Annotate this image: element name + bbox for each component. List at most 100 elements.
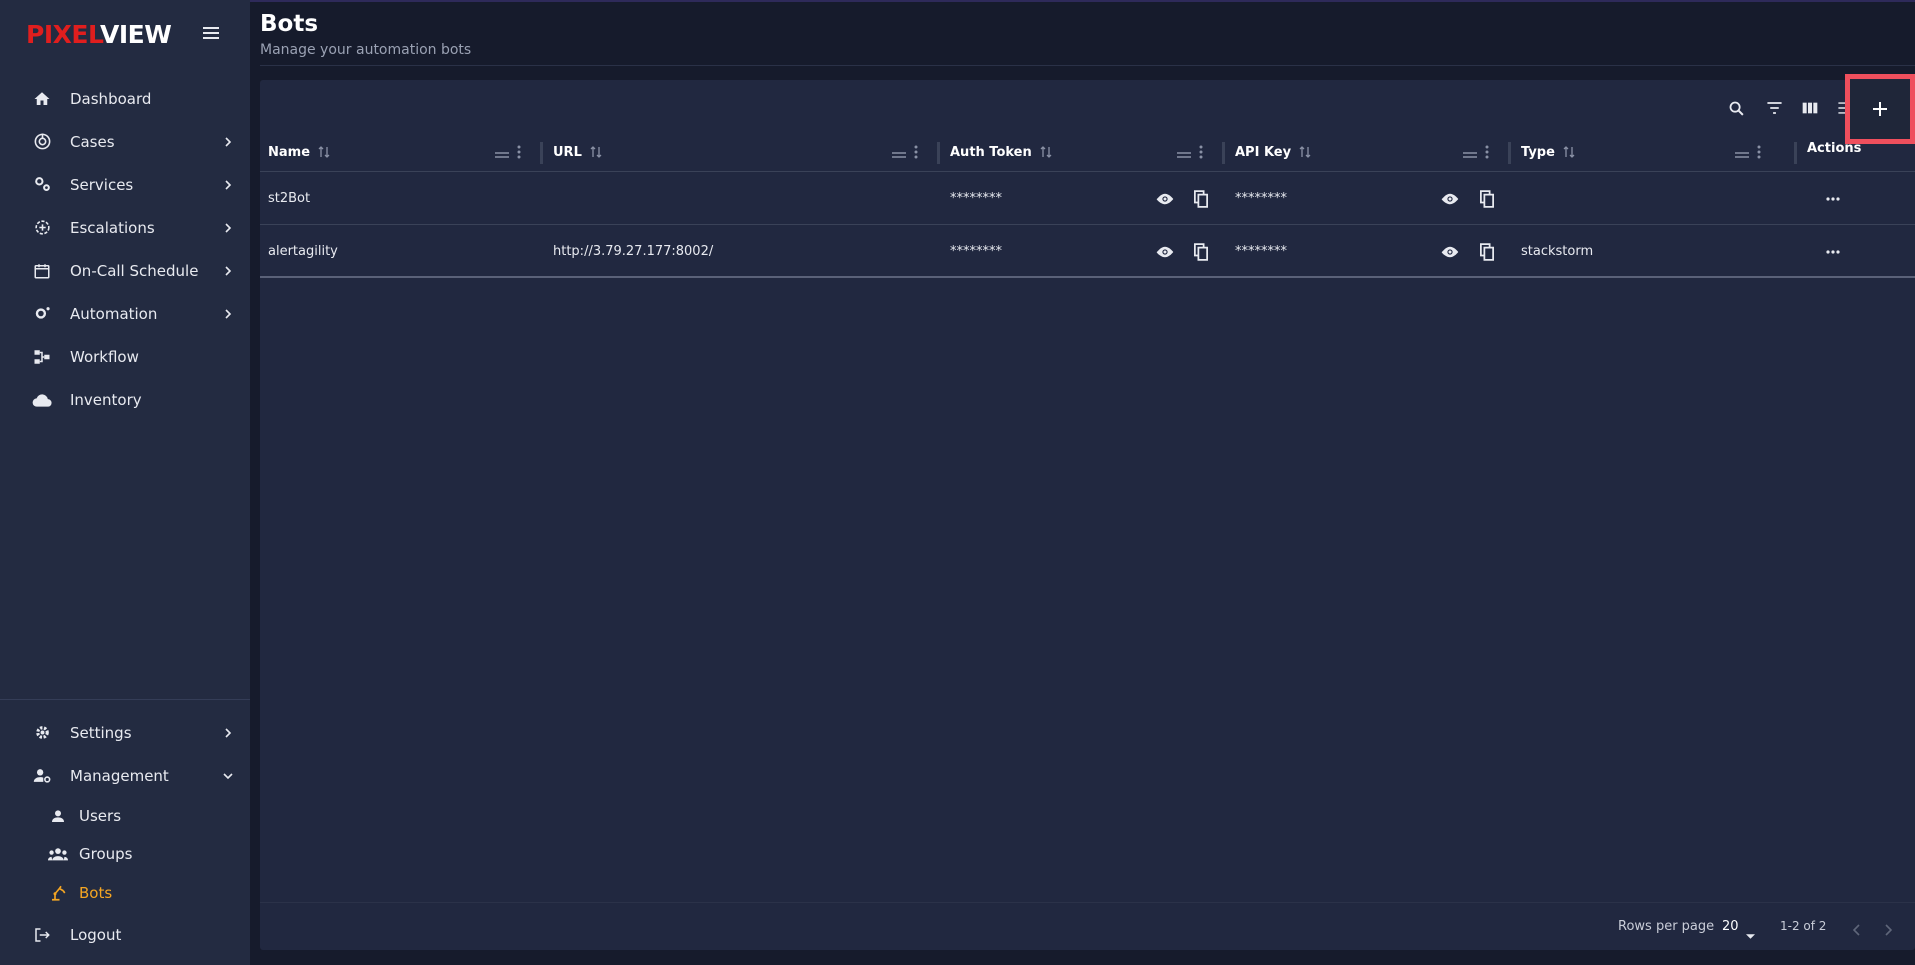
chevron-right-icon — [222, 136, 234, 148]
sidebar-item-logout[interactable]: Logout — [0, 913, 250, 956]
bots-table-panel: Name URL Auth Token API Key Type Actions… — [260, 74, 1915, 950]
drag-handle-icon[interactable] — [1177, 144, 1191, 163]
sort-icon[interactable] — [318, 145, 330, 159]
search-icon[interactable] — [1724, 96, 1748, 120]
page-title: Bots — [260, 11, 319, 37]
menu-toggle-icon[interactable] — [203, 27, 219, 41]
brand-part-1: PIXEL — [26, 20, 100, 49]
sidebar-item-label: Services — [70, 175, 134, 194]
chevron-right-icon — [222, 727, 234, 739]
column-separator[interactable] — [540, 142, 543, 164]
column-separator[interactable] — [937, 142, 940, 164]
sidebar-item-label: Inventory — [70, 390, 142, 409]
caret-down-icon[interactable] — [1746, 924, 1755, 943]
column-header-url[interactable]: URL — [553, 132, 602, 172]
sidebar-item-label: On-Call Schedule — [70, 261, 199, 280]
table-row[interactable]: alertagility http://3.79.27.177:8002/ **… — [260, 225, 1915, 278]
person-icon — [48, 806, 68, 826]
sidebar-item-label: Workflow — [70, 347, 139, 366]
sidebar-item-management[interactable]: Management — [0, 754, 250, 797]
eye-icon[interactable] — [1154, 241, 1176, 263]
drag-handle-icon[interactable] — [1463, 144, 1477, 163]
eye-icon[interactable] — [1439, 188, 1461, 210]
cell-url: http://3.79.27.177:8002/ — [553, 244, 714, 259]
sort-icon[interactable] — [1563, 145, 1575, 159]
copy-icon[interactable] — [1476, 241, 1498, 263]
column-tools — [892, 144, 918, 163]
column-menu-icon[interactable] — [1757, 144, 1761, 163]
column-separator[interactable] — [1508, 142, 1511, 164]
more-horizontal-icon[interactable] — [1822, 241, 1844, 263]
more-horizontal-icon[interactable] — [1822, 188, 1844, 210]
copy-icon[interactable] — [1190, 241, 1212, 263]
sidebar: PIXELVIEW Dashboard Cases Services Escal… — [0, 0, 250, 965]
column-menu-icon[interactable] — [517, 144, 521, 163]
cell-type: stackstorm — [1521, 244, 1594, 259]
chevron-down-icon — [222, 770, 234, 782]
chevron-right-icon — [222, 308, 234, 320]
eye-icon[interactable] — [1154, 188, 1176, 210]
column-tools — [1463, 144, 1489, 163]
sidebar-item-label: Groups — [79, 845, 133, 863]
drag-handle-icon[interactable] — [892, 144, 906, 163]
sidebar-item-label: Escalations — [70, 218, 155, 237]
table-header: Name URL Auth Token API Key Type Actions — [260, 132, 1915, 172]
cell-name: st2Bot — [268, 191, 311, 206]
column-menu-icon[interactable] — [1485, 144, 1489, 163]
column-header-api-key[interactable]: API Key — [1235, 132, 1311, 172]
manage-accounts-icon — [32, 766, 52, 786]
filter-icon[interactable] — [1762, 96, 1786, 120]
column-tools — [1177, 144, 1203, 163]
column-header-label: Actions — [1807, 140, 1862, 156]
columns-icon[interactable] — [1798, 96, 1822, 120]
sort-icon[interactable] — [1040, 145, 1052, 159]
cell-auth-token: ******** — [950, 191, 1002, 206]
cell-name: alertagility — [268, 244, 338, 259]
rows-per-page-label: Rows per page — [1618, 919, 1715, 934]
sidebar-item-cases[interactable]: Cases — [0, 120, 250, 163]
automation-gear-icon — [32, 304, 52, 324]
column-header-type[interactable]: Type — [1521, 132, 1575, 172]
column-tools — [1735, 144, 1761, 163]
sidebar-item-workflow[interactable]: Workflow — [0, 335, 250, 378]
chevron-right-icon — [222, 265, 234, 277]
sidebar-item-escalations[interactable]: Escalations — [0, 206, 250, 249]
drag-handle-icon[interactable] — [495, 144, 509, 163]
sidebar-item-users[interactable]: Users — [0, 797, 250, 835]
copy-icon[interactable] — [1190, 188, 1212, 210]
rows-per-page-select[interactable]: 20 — [1722, 919, 1739, 934]
sort-icon[interactable] — [590, 145, 602, 159]
column-header-label: Name — [268, 144, 311, 160]
column-header-name[interactable]: Name — [268, 132, 330, 172]
drag-handle-icon[interactable] — [1735, 144, 1749, 163]
column-header-actions: Actions — [1807, 128, 1861, 168]
sidebar-item-dashboard[interactable]: Dashboard — [0, 77, 250, 120]
prev-page-icon[interactable] — [1852, 921, 1861, 940]
table-row[interactable]: st2Bot ******** ******** — [260, 172, 1915, 225]
header-divider — [260, 65, 1915, 66]
eye-icon[interactable] — [1439, 241, 1461, 263]
column-separator[interactable] — [1222, 142, 1225, 164]
sidebar-item-inventory[interactable]: Inventory — [0, 378, 250, 421]
column-menu-icon[interactable] — [914, 144, 918, 163]
cell-api-key: ******** — [1235, 244, 1287, 259]
column-header-auth-token[interactable]: Auth Token — [950, 132, 1052, 172]
sort-icon[interactable] — [1299, 145, 1311, 159]
sidebar-item-groups[interactable]: Groups — [0, 835, 250, 873]
sidebar-item-label: Cases — [70, 132, 115, 151]
sidebar-item-bots[interactable]: Bots — [0, 874, 250, 912]
column-header-label: Auth Token — [950, 144, 1032, 160]
sidebar-item-settings[interactable]: Settings — [0, 711, 250, 754]
services-gear-icon — [32, 175, 52, 195]
sidebar-item-on-call-schedule[interactable]: On-Call Schedule — [0, 249, 250, 292]
sidebar-item-services[interactable]: Services — [0, 163, 250, 206]
copy-icon[interactable] — [1476, 188, 1498, 210]
column-header-label: URL — [553, 144, 582, 160]
next-page-icon[interactable] — [1884, 921, 1893, 940]
calendar-icon — [32, 261, 52, 281]
sidebar-item-automation[interactable]: Automation — [0, 292, 250, 335]
brand-logo: PIXELVIEW — [26, 20, 172, 49]
column-separator[interactable] — [1794, 142, 1797, 164]
escalations-icon — [32, 218, 52, 238]
column-menu-icon[interactable] — [1199, 144, 1203, 163]
